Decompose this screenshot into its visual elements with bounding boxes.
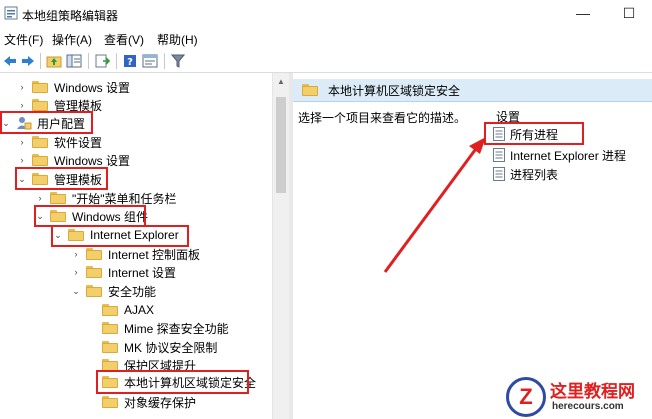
tree-item-label: MK 协议安全限制 <box>124 340 218 355</box>
details-header: 本地计算机区域锁定安全 <box>293 79 652 102</box>
tree-item-label: Windows 设置 <box>54 80 131 95</box>
menu-view[interactable]: 查看(V) <box>104 31 144 48</box>
scroll-thumb[interactable] <box>276 97 286 193</box>
folder-icon <box>86 248 102 260</box>
show-hide-tree-icon[interactable] <box>66 53 82 69</box>
tree-item-label: 软件设置 <box>54 135 103 150</box>
highlight-internet-explorer <box>51 225 189 247</box>
folder-icon <box>86 266 102 278</box>
tree-item-mk-protocol[interactable]: ·MK 协议安全限制 <box>86 338 217 356</box>
forward-arrow-icon[interactable] <box>20 53 36 69</box>
tree-item-label: Windows 设置 <box>54 153 131 168</box>
tree-item-label: Internet 设置 <box>108 265 177 280</box>
folder-icon <box>102 322 118 334</box>
watermark-logo: Z <box>506 377 546 417</box>
highlight-windows-components <box>34 205 146 227</box>
watermark-url: herecours.com <box>552 401 624 412</box>
folder-icon <box>102 304 118 316</box>
collapsed-chevron-icon[interactable]: › <box>16 82 28 92</box>
highlight-all-processes <box>484 122 584 145</box>
maximize-button[interactable]: ☐ <box>606 0 652 28</box>
tree-vertical-scrollbar[interactable]: ▲ <box>272 73 290 419</box>
setting-label: Internet Explorer 进程 <box>510 148 627 163</box>
details-header-title: 本地计算机区域锁定安全 <box>328 83 461 98</box>
window-title: 本地组策略编辑器 <box>22 9 119 23</box>
toolbar: ? <box>0 50 652 73</box>
tree-item-label: 安全功能 <box>108 284 157 299</box>
properties-icon[interactable] <box>142 53 158 69</box>
setting-process-list[interactable]: 进程列表 <box>493 165 558 183</box>
tree-item-internet-settings[interactable]: › Internet 设置 <box>70 263 177 281</box>
back-arrow-icon[interactable] <box>2 53 18 69</box>
policy-setting-icon <box>493 148 505 162</box>
tree-item-windows-settings[interactable]: › Windows 设置 <box>16 78 131 96</box>
tree-item-label: Internet 控制面板 <box>108 247 201 262</box>
collapsed-chevron-icon[interactable]: › <box>70 267 82 277</box>
up-folder-icon[interactable] <box>46 53 62 69</box>
policy-setting-icon <box>493 167 505 181</box>
tree-item-label: 对象缓存保护 <box>124 395 197 410</box>
highlight-admin-templates <box>15 167 108 190</box>
collapsed-chevron-icon[interactable]: › <box>16 100 28 110</box>
folder-icon <box>32 154 48 166</box>
folder-icon <box>32 136 48 148</box>
tree-item-label: "开始"菜单和任务栏 <box>72 191 177 206</box>
expanded-chevron-icon[interactable]: ⌄ <box>70 286 82 297</box>
menu-bar: 文件(F) 操作(A) 查看(V) 帮助(H) <box>0 28 652 50</box>
collapsed-chevron-icon[interactable]: › <box>70 249 82 259</box>
export-list-icon[interactable] <box>94 53 110 69</box>
setting-label: 进程列表 <box>510 167 559 182</box>
tree-item-ajax[interactable]: ·AJAX <box>86 301 154 319</box>
collapsed-chevron-icon[interactable]: › <box>34 193 46 203</box>
tree-item-software-settings[interactable]: › 软件设置 <box>16 133 103 151</box>
watermark: Z 这里教程网 herecours.com <box>506 375 652 419</box>
title-bar: 本地组策略编辑器 — ☐ <box>0 0 652 28</box>
menu-file[interactable]: 文件(F) <box>4 31 43 48</box>
minimize-button[interactable]: — <box>560 0 606 28</box>
menu-help[interactable]: 帮助(H) <box>157 31 198 48</box>
folder-icon <box>32 99 48 111</box>
folder-icon <box>302 84 318 96</box>
folder-icon <box>86 285 102 297</box>
collapsed-chevron-icon[interactable]: › <box>16 155 28 165</box>
filter-icon[interactable] <box>170 53 186 69</box>
tree-item-label: Mime 探查安全功能 <box>124 321 229 336</box>
collapsed-chevron-icon[interactable]: › <box>16 137 28 147</box>
tree-item-object-caching[interactable]: ·对象缓存保护 <box>86 393 196 411</box>
svg-text:?: ? <box>127 57 133 68</box>
folder-icon <box>102 396 118 408</box>
tree-item-security-features[interactable]: ⌄ 安全功能 <box>70 282 156 300</box>
watermark-title: 这里教程网 <box>550 382 635 402</box>
details-pane: 本地计算机区域锁定安全 选择一个项目来查看它的描述。 设置 所有进程 Inter… <box>293 73 652 419</box>
highlight-local-zone-lockdown <box>96 370 249 394</box>
tree-item-ie-control-panel[interactable]: › Internet 控制面板 <box>70 245 201 263</box>
folder-icon <box>32 81 48 93</box>
policy-editor-app-icon <box>4 6 18 20</box>
tree-item-label: AJAX <box>124 303 155 317</box>
setting-ie-processes[interactable]: Internet Explorer 进程 <box>493 146 626 164</box>
menu-action[interactable]: 操作(A) <box>52 31 92 48</box>
scroll-up-arrow-icon[interactable]: ▲ <box>277 77 285 86</box>
folder-icon <box>102 341 118 353</box>
highlight-user-config <box>0 111 93 134</box>
help-icon[interactable]: ? <box>122 53 138 69</box>
tree-item-mime-sniffing[interactable]: ·Mime 探查安全功能 <box>86 319 229 337</box>
description-text: 选择一个项目来查看它的描述。 <box>298 111 467 125</box>
folder-icon <box>50 192 66 204</box>
